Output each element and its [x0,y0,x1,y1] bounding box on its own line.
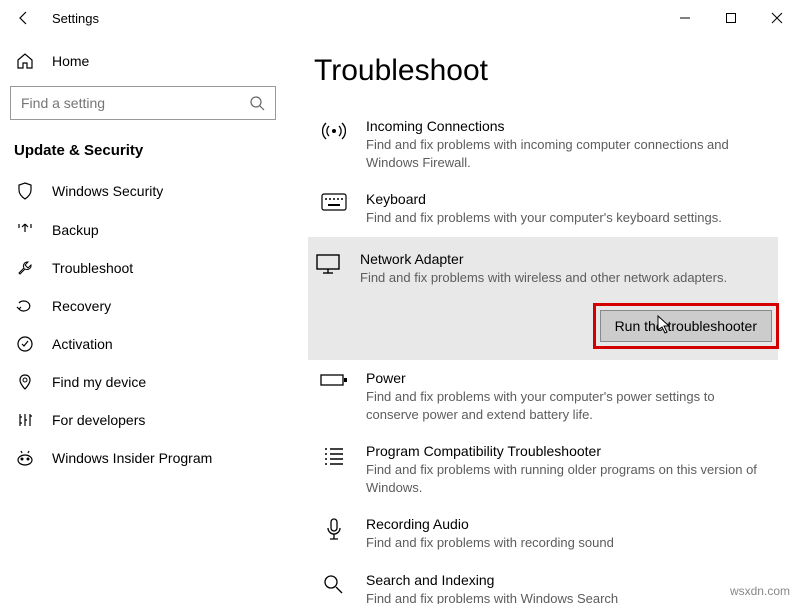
troubleshooter-incoming[interactable]: Incoming Connections Find and fix proble… [314,108,772,181]
nav-label: Recovery [52,298,111,314]
run-troubleshooter-button[interactable]: Run the troubleshooter [600,310,772,342]
close-button[interactable] [754,0,800,36]
section-header: Update & Security [10,134,276,171]
developers-icon [16,412,34,428]
wrench-icon [16,260,34,276]
monitor-icon [314,251,342,275]
nav-label: Activation [52,336,113,352]
search-folder-icon [320,572,348,596]
backup-icon [16,222,34,238]
location-icon [16,374,34,390]
minimize-button[interactable] [662,0,708,36]
nav-label: Windows Insider Program [52,450,212,466]
troubleshooter-search[interactable]: Search and Indexing Find and fix problem… [314,562,772,604]
run-button-label: Run the troubleshooter [615,318,757,334]
home-icon [16,52,34,70]
troubleshooter-desc: Find and fix problems with wireless and … [360,269,772,287]
troubleshooter-desc: Find and fix problems with your computer… [366,209,766,227]
nav-troubleshoot[interactable]: Troubleshoot [10,249,276,287]
sidebar: Home Update & Security Windows Security … [0,36,286,604]
troubleshooter-desc: Find and fix problems with running older… [366,461,766,496]
troubleshooter-name: Incoming Connections [366,118,766,134]
keyboard-icon [320,191,348,215]
titlebar: Settings [0,0,800,36]
check-circle-icon [16,336,34,352]
nav-label: Windows Security [52,183,163,199]
troubleshooter-network-adapter[interactable]: Network Adapter Find and fix problems wi… [308,237,778,361]
troubleshooter-name: Keyboard [366,191,766,207]
watermark: wsxdn.com [730,584,790,598]
home-nav[interactable]: Home [10,42,276,80]
troubleshooter-desc: Find and fix problems with your computer… [366,388,766,423]
battery-icon [320,370,348,394]
nav-find-device[interactable]: Find my device [10,363,276,401]
nav-activation[interactable]: Activation [10,325,276,363]
shield-icon [16,182,34,200]
troubleshooter-keyboard[interactable]: Keyboard Find and fix problems with your… [314,181,772,237]
list-icon [320,443,348,467]
troubleshooter-name: Power [366,370,766,386]
troubleshooter-name: Network Adapter [360,251,772,267]
window-controls [662,0,800,36]
search-icon [249,95,265,111]
nav-label: Backup [52,222,99,238]
home-label: Home [52,53,89,69]
microphone-icon [320,516,348,540]
nav-backup[interactable]: Backup [10,211,276,249]
back-button[interactable] [10,4,38,32]
troubleshooter-name: Search and Indexing [366,572,766,588]
troubleshooter-power[interactable]: Power Find and fix problems with your co… [314,360,772,433]
nav-label: Troubleshoot [52,260,133,276]
nav-label: Find my device [52,374,146,390]
nav-insider[interactable]: Windows Insider Program [10,439,276,477]
main-content: Troubleshoot Incoming Connections Find a… [286,36,800,604]
nav-label: For developers [52,412,145,428]
troubleshooter-desc: Find and fix problems with recording sou… [366,534,766,552]
signal-icon [320,118,348,142]
page-title: Troubleshoot [314,54,772,88]
troubleshooter-name: Program Compatibility Troubleshooter [366,443,766,459]
troubleshooter-compat[interactable]: Program Compatibility Troubleshooter Fin… [314,433,772,506]
troubleshooter-desc: Find and fix problems with incoming comp… [366,136,766,171]
maximize-button[interactable] [708,0,754,36]
search-box[interactable] [10,86,276,120]
insider-icon [16,450,34,466]
troubleshooter-desc: Find and fix problems with Windows Searc… [366,590,766,604]
window-title: Settings [52,11,99,26]
recovery-icon [16,299,34,313]
nav-windows-security[interactable]: Windows Security [10,171,276,211]
troubleshooter-name: Recording Audio [366,516,766,532]
nav-developers[interactable]: For developers [10,401,276,439]
troubleshooter-recording[interactable]: Recording Audio Find and fix problems wi… [314,506,772,562]
search-input[interactable] [21,95,249,111]
nav-recovery[interactable]: Recovery [10,287,276,325]
